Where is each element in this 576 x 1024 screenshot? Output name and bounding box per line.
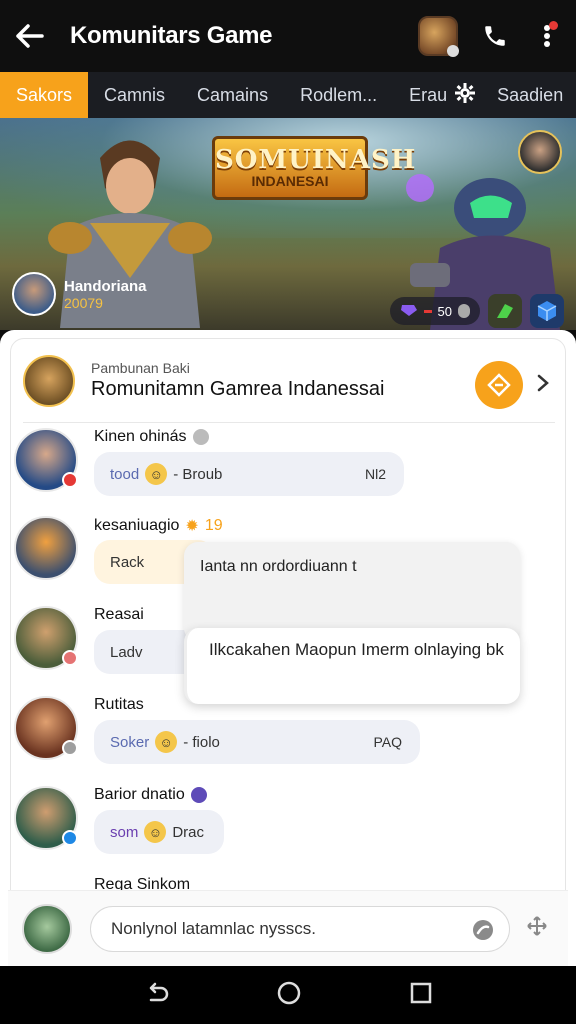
app-bar: Komunitars Game <box>0 0 576 72</box>
coin-icon <box>458 304 470 318</box>
logo-subtitle: INDANESAI <box>251 173 329 189</box>
message-bubble: som ☺ Drac <box>94 810 224 854</box>
group-header[interactable]: Pambunan Baki Romunitamn Gamrea Indaness… <box>23 353 555 423</box>
message-text: Rack <box>110 553 145 571</box>
more-vert-icon[interactable] <box>532 21 562 51</box>
streamer-info[interactable]: Handoriana 20079 <box>12 272 147 316</box>
message-extra: Drac <box>172 823 205 841</box>
popup-line-2[interactable]: Ilkcakahen Maopun Imerm olnlaying bk <box>184 628 520 704</box>
tab-erau-label: Erau <box>409 84 448 105</box>
composer-bar: Nonlynol latamnlac nysscs. <box>8 890 568 966</box>
group-name: Romunitamn Gamrea Indanessai <box>91 378 385 400</box>
tab-erau[interactable]: Erau <box>393 72 497 118</box>
tab-bar: Sakors Camnis Camains Rodlem... Erau Saa… <box>0 72 576 118</box>
tab-sakors[interactable]: Sakors <box>0 72 89 118</box>
user-name: Reasai <box>94 606 144 623</box>
message-item[interactable]: Rega Sinkom <box>14 876 534 890</box>
avatar-badge <box>62 472 78 488</box>
smile-emoji-icon: ☺ <box>145 463 168 485</box>
group-avatar <box>23 354 75 407</box>
message-input[interactable]: Nonlynol latamnlac nysscs. <box>90 905 510 952</box>
notification-badge <box>549 21 558 30</box>
back-nav-icon[interactable] <box>143 980 169 1011</box>
tab-rodlem[interactable]: Rodlem... <box>284 72 393 118</box>
streamer-count: 20079 <box>64 294 103 311</box>
user-name: Rega Sinkom <box>94 876 191 890</box>
purple-gem-icon <box>400 303 418 320</box>
game-logo: SOMUINASH INDANESAI <box>212 136 417 200</box>
blue-cube-icon[interactable] <box>530 294 564 328</box>
group-action-button[interactable] <box>475 361 523 409</box>
message-header: Barior dnatio <box>94 786 207 804</box>
tab-saadien[interactable]: Saadien <box>497 72 576 118</box>
message-header: Reasai <box>94 606 144 624</box>
system-nav-bar <box>0 966 576 1024</box>
verified-icon <box>192 429 209 445</box>
message-bubble: Soker ☺ - fiolo PAQ <box>94 720 420 764</box>
status-dot <box>447 45 459 57</box>
chevron-right-icon[interactable] <box>531 371 555 395</box>
smile-emoji-icon: ☺ <box>144 821 167 843</box>
message-text: Ladv <box>110 643 143 661</box>
user-avatar[interactable] <box>14 696 78 760</box>
user-avatar[interactable] <box>14 516 78 580</box>
verified-icon <box>190 787 207 803</box>
gear-icon <box>455 82 476 108</box>
page-title: Komunitars Game <box>70 22 273 49</box>
message-preview-popup[interactable]: Ianta nn ordordiuann t Ilkcakahen Maopun… <box>184 542 520 704</box>
streamer-avatar <box>12 272 56 316</box>
star-icon: ✹ <box>185 518 199 535</box>
message-header: Rega Sinkom <box>94 876 190 890</box>
smile-emoji-icon: ☺ <box>155 731 178 753</box>
move-icon[interactable] <box>526 915 548 942</box>
user-name: Rutitas <box>94 696 144 713</box>
tab-camains[interactable]: Camains <box>181 72 284 118</box>
game-banner[interactable]: SOMUINASH INDANESAI Handoriana 20079 50 <box>0 118 576 330</box>
banner-stats: 50 <box>389 294 564 328</box>
recents-nav-icon[interactable] <box>409 981 433 1010</box>
streamer-name: Handoriana <box>64 277 147 295</box>
back-arrow-icon[interactable] <box>16 22 44 50</box>
message-meta: PAQ <box>373 734 402 750</box>
user-name: kesaniuagio <box>94 517 180 534</box>
diamond-arrow-icon <box>487 373 511 397</box>
avatar-badge <box>62 740 78 756</box>
user-avatar[interactable] <box>14 786 78 850</box>
logo-title: SOMUINASH <box>215 145 417 175</box>
gem-count: 50 <box>437 303 452 319</box>
avatar-badge <box>62 650 78 666</box>
featured-user-avatar[interactable] <box>518 130 562 174</box>
my-avatar[interactable] <box>22 903 72 954</box>
phone-icon[interactable] <box>480 21 510 51</box>
home-nav-icon[interactable] <box>276 980 302 1011</box>
message-header: Rutitas <box>94 696 144 714</box>
sticker-icon[interactable] <box>471 918 495 947</box>
popup-line-1: Ianta nn ordordiuann t <box>184 542 520 642</box>
message-text: Soker <box>110 733 150 751</box>
game-avatar[interactable] <box>418 16 459 57</box>
message-header: Kinen ohinás <box>94 428 209 446</box>
message-bubble: tood ☺ - Broub Nl2 <box>94 452 404 496</box>
tab-camnis[interactable]: Camnis <box>88 72 181 118</box>
user-avatar[interactable] <box>14 606 78 670</box>
user-name: Barior dnatio <box>94 786 185 803</box>
gem-counter[interactable]: 50 <box>389 297 480 325</box>
user-level: 19 <box>204 517 223 534</box>
user-name: Kinen ohinás <box>94 428 187 445</box>
message-meta: Nl2 <box>364 466 386 482</box>
message-extra: - Broub <box>173 465 223 483</box>
message-header: kesaniuagio ✹ 19 <box>94 516 223 536</box>
green-gem-icon[interactable] <box>488 294 522 328</box>
group-subtitle: Pambunan Baki <box>91 360 190 376</box>
red-dash-icon <box>423 309 432 313</box>
message-text: tood <box>110 465 140 483</box>
user-avatar[interactable] <box>14 428 78 492</box>
message-extra: - fiolo <box>183 733 220 751</box>
message-placeholder: Nonlynol latamnlac nysscs. <box>111 918 317 938</box>
message-text: som <box>110 823 139 841</box>
avatar-badge <box>62 830 78 846</box>
